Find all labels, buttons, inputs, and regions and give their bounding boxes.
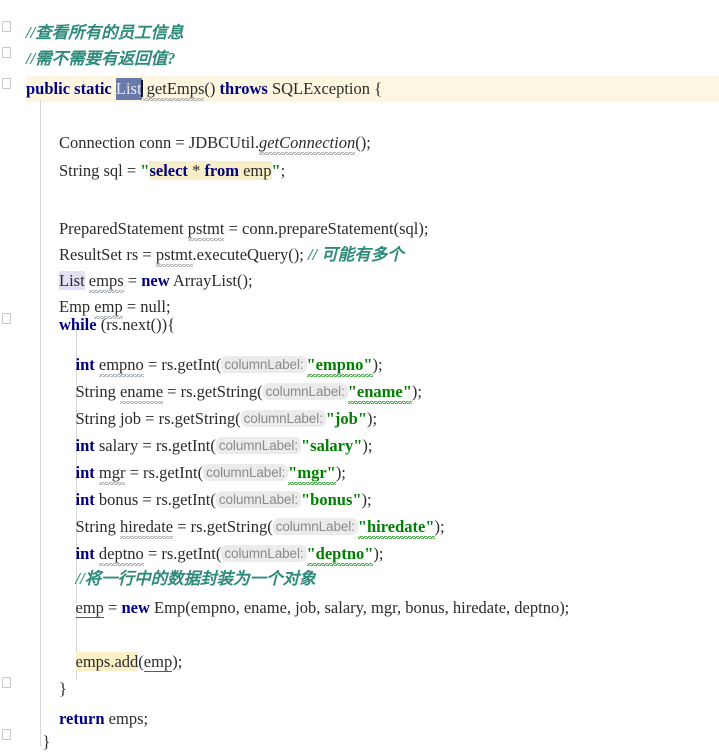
- keyword-int-salary: int: [75, 436, 95, 455]
- comment-view-all-employees: //查看所有的员工信息: [26, 23, 184, 42]
- code-line-22[interactable]: emp = new Emp(empno, ename, job, salary,…: [0, 595, 719, 621]
- code-line-21[interactable]: //将一行中的数据封装为一个对象: [0, 566, 719, 592]
- string-arg-mgr: "mgr": [288, 463, 336, 485]
- inlay-hint-columnLabel-8: columnLabel:: [221, 545, 307, 562]
- inlay-hint-columnLabel-7: columnLabel:: [272, 518, 358, 535]
- code-line-5[interactable]: Connection conn = JDBCUtil.getConnection…: [0, 130, 719, 156]
- code-line-20[interactable]: int deptno = rs.getInt(columnLabel: "dept…: [0, 541, 719, 567]
- keyword-public: public: [26, 79, 71, 98]
- comment-maybe-multiple: // 可能有多个: [307, 245, 404, 264]
- code-content[interactable]: //查看所有的员工信息 //需不需要有返回值? public static Li…: [0, 0, 719, 751]
- code-editor[interactable]: //查看所有的员工信息 //需不需要有返回值? public static Li…: [0, 0, 719, 751]
- inlay-hint-columnLabel-6: columnLabel:: [215, 491, 301, 508]
- code-line-18[interactable]: int bonus = rs.getInt(columnLabel: "bonus…: [0, 487, 719, 513]
- comment-need-return-value: //需不需要有返回值?: [26, 49, 176, 68]
- usage-highlight-list: List: [59, 271, 85, 290]
- code-line-27[interactable]: }: [0, 729, 719, 755]
- string-arg-salary: "salary": [300, 436, 363, 455]
- code-line-2[interactable]: //需不需要有返回值?: [0, 46, 719, 72]
- code-line-6[interactable]: String sql = "select * from emp";: [0, 158, 719, 184]
- code-line-13[interactable]: int empno = rs.getInt(columnLabel: "empno…: [0, 352, 719, 378]
- code-line-8[interactable]: PreparedStatement pstmt = conn.prepareSt…: [0, 216, 719, 242]
- keyword-return: return: [59, 709, 105, 728]
- code-line-19[interactable]: String hiredate = rs.getString(columnLab…: [0, 514, 719, 540]
- inlay-hint-columnLabel-5: columnLabel:: [203, 464, 289, 481]
- comment-wrap-row-into-object: //将一行中的数据封装为一个对象: [75, 569, 316, 588]
- keyword-int-empno: int: [75, 355, 95, 374]
- code-line-3[interactable]: public static List getEmps() throws SQLE…: [0, 76, 719, 102]
- variable-emp-write: emp: [75, 598, 104, 618]
- inlay-hint-columnLabel-1: columnLabel:: [221, 356, 307, 373]
- code-line-25[interactable]: }: [0, 676, 719, 702]
- code-line-10[interactable]: List emps = new ArrayList();: [0, 268, 719, 294]
- string-arg-bonus: "bonus": [301, 490, 362, 509]
- code-line-1[interactable]: //查看所有的员工信息: [0, 20, 719, 46]
- string-arg-job: "job": [325, 409, 367, 428]
- selected-token-list[interactable]: List: [115, 78, 142, 100]
- keyword-int-mgr: int: [75, 463, 95, 482]
- code-line-17[interactable]: int mgr = rs.getInt(columnLabel: "mgr");: [0, 460, 719, 486]
- inlay-hint-columnLabel-3: columnLabel:: [240, 410, 326, 427]
- variable-emp-read: emp: [143, 652, 173, 672]
- sql-injected-literal: select * from emp: [149, 161, 272, 180]
- method-name-getEmps: getEmps: [142, 79, 205, 101]
- inlay-hint-columnLabel-4: columnLabel:: [215, 437, 301, 454]
- string-arg-deptno: "deptno": [306, 544, 374, 566]
- inlay-hint-columnLabel-2: columnLabel:: [262, 383, 348, 400]
- keyword-while: while: [59, 315, 97, 334]
- keyword-int-bonus: int: [75, 490, 95, 509]
- string-arg-ename: "ename": [347, 382, 412, 404]
- code-line-14[interactable]: String ename = rs.getString(columnLabel:…: [0, 379, 719, 405]
- string-arg-empno: "empno": [306, 355, 373, 377]
- write-highlight-emps-add: emps.add: [75, 652, 139, 671]
- code-line-16[interactable]: int salary = rs.getInt(columnLabel: "sala…: [0, 433, 719, 459]
- string-arg-hiredate: "hiredate": [357, 517, 435, 539]
- code-line-9[interactable]: ResultSet rs = pstmt.executeQuery(); // …: [0, 242, 719, 268]
- code-line-15[interactable]: String job = rs.getString(columnLabel: "j…: [0, 406, 719, 432]
- keyword-int-deptno: int: [75, 544, 95, 563]
- keyword-static: static: [74, 79, 112, 98]
- code-line-24[interactable]: emps.add(emp);: [0, 649, 719, 675]
- static-method-getConnection: getConnection: [258, 133, 356, 155]
- keyword-throws: throws: [219, 79, 268, 98]
- keyword-new-2: new: [121, 598, 150, 617]
- code-line-12[interactable]: while (rs.next()){: [0, 312, 719, 338]
- keyword-new-1: new: [141, 271, 170, 290]
